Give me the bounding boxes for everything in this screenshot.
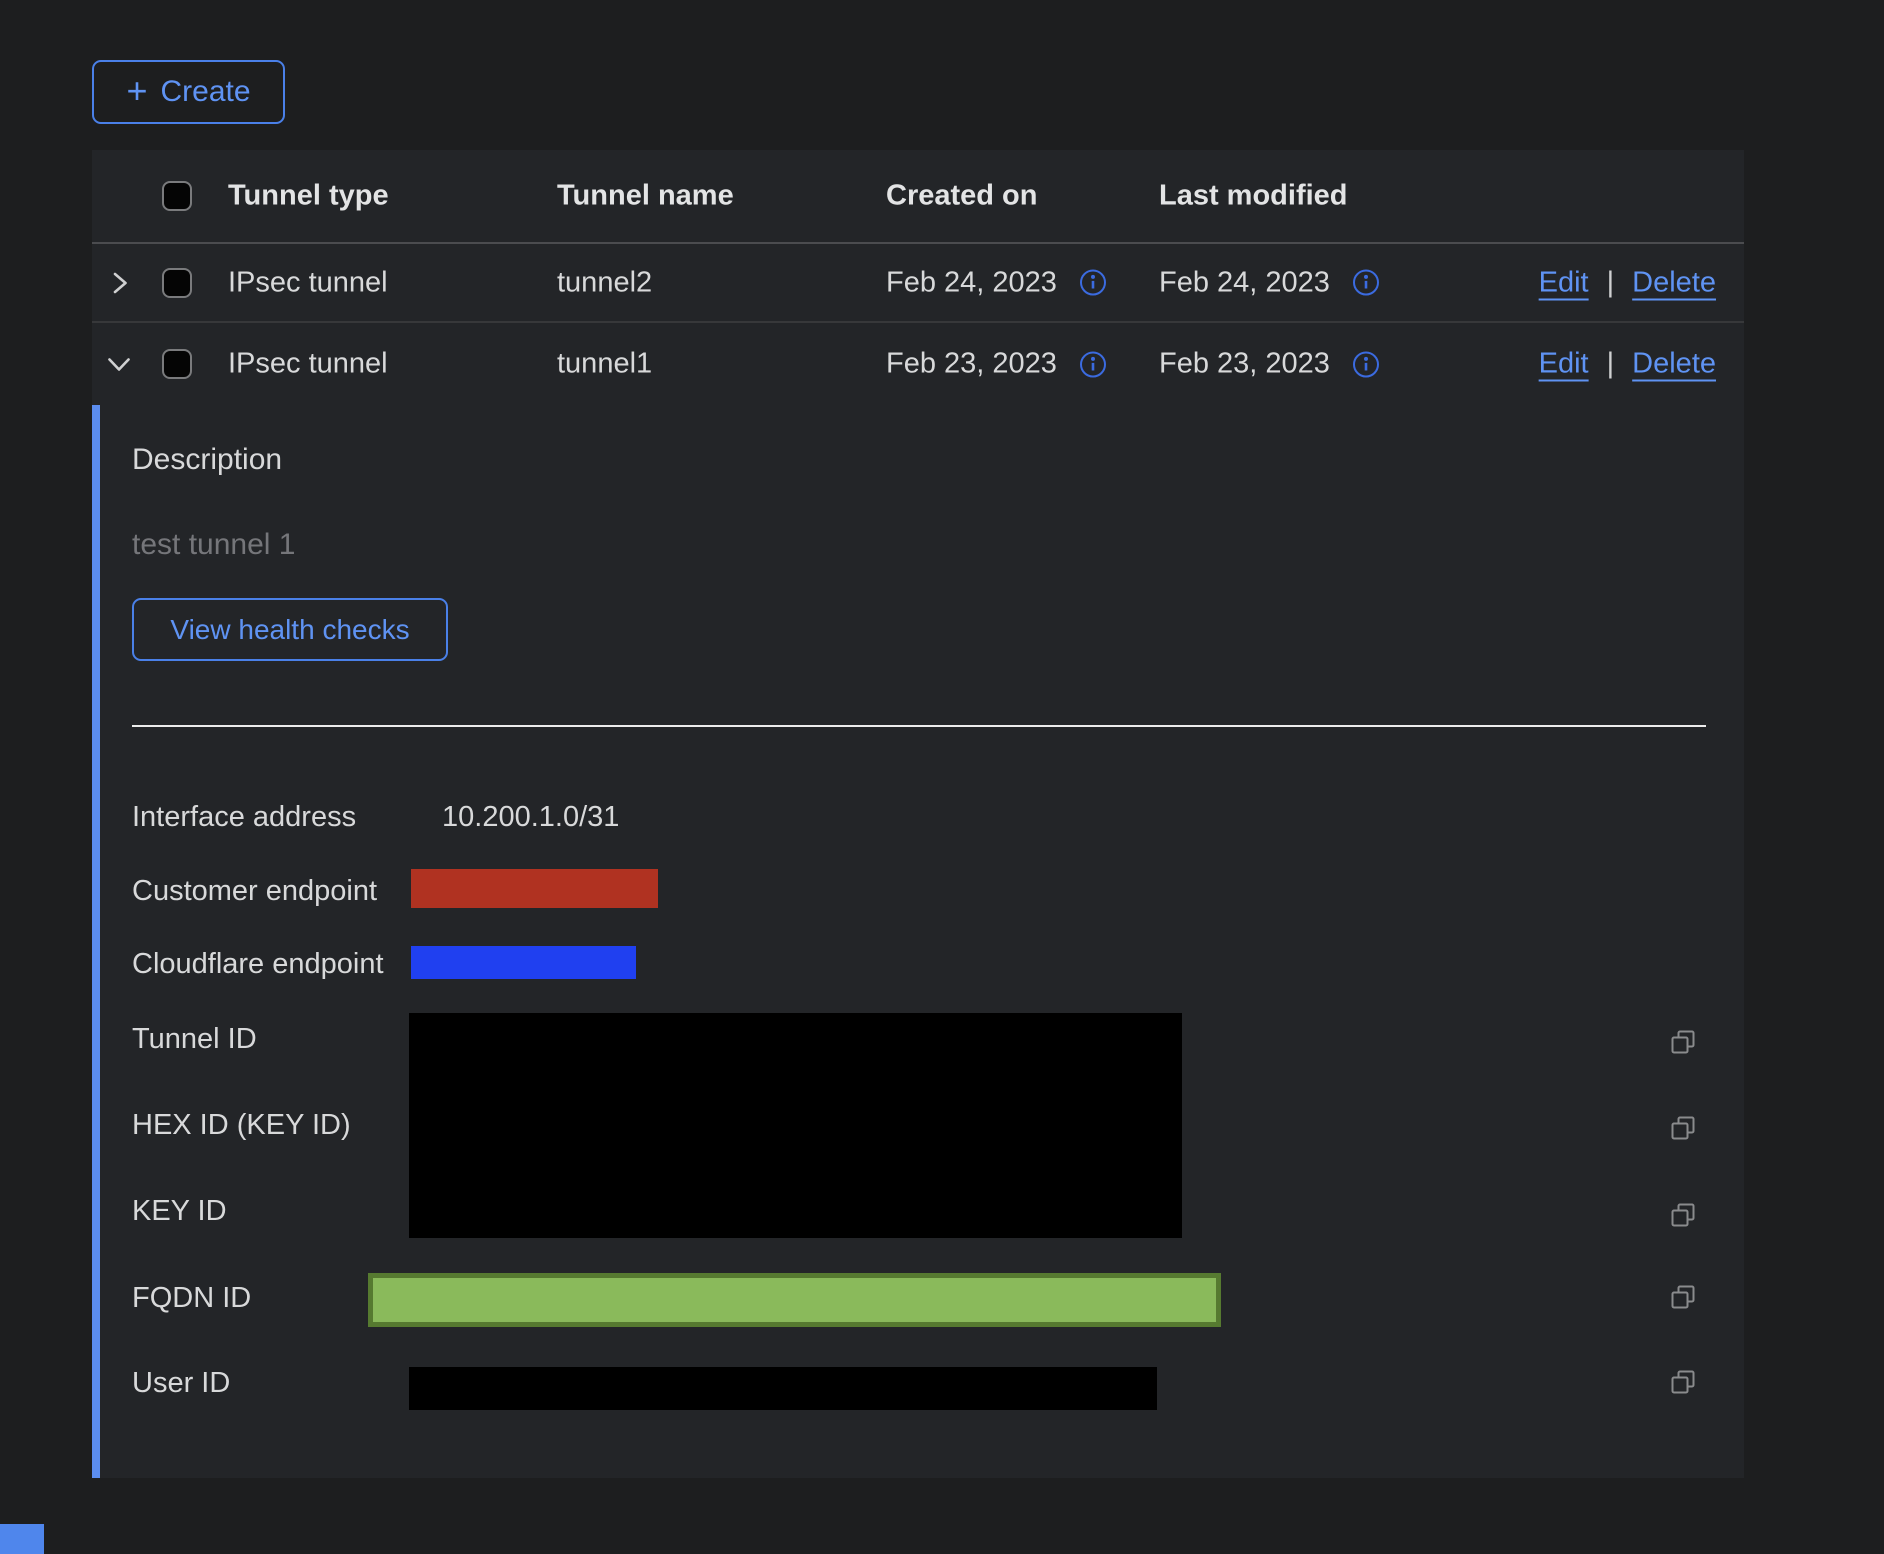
- key-id-label: KEY ID: [132, 1195, 227, 1228]
- tunnel-type-cell: IPsec tunnel: [228, 348, 388, 381]
- cloudflare-endpoint-redaction: [411, 946, 636, 979]
- user-id-label: User ID: [132, 1367, 230, 1400]
- header-tunnel-type: Tunnel type: [228, 180, 389, 213]
- description-value: test tunnel 1: [132, 528, 295, 562]
- created-on-value: Feb 23, 2023: [886, 348, 1057, 381]
- tunnel-type-cell: IPsec tunnel: [228, 266, 388, 299]
- delete-link[interactable]: Delete: [1632, 348, 1716, 381]
- copy-icon[interactable]: [1668, 1200, 1698, 1230]
- info-icon[interactable]: [1352, 269, 1380, 297]
- interface-address-value: 10.200.1.0/31: [442, 801, 619, 834]
- copy-icon[interactable]: [1668, 1367, 1698, 1397]
- row-checkbox[interactable]: [162, 349, 192, 379]
- collapse-row-button[interactable]: [100, 351, 138, 378]
- table-header-row: Tunnel type Tunnel name Created on Last …: [92, 150, 1744, 244]
- interface-address-label: Interface address: [132, 801, 356, 834]
- hex-id-label: HEX ID (KEY ID): [132, 1109, 351, 1142]
- action-separator: |: [1607, 348, 1615, 381]
- chevron-down-icon: [104, 351, 134, 378]
- created-on-cell: Feb 23, 2023: [886, 348, 1107, 381]
- created-on-value: Feb 24, 2023: [886, 266, 1057, 299]
- customer-endpoint-redaction: [411, 869, 658, 908]
- info-icon[interactable]: [1352, 350, 1380, 378]
- tunnels-table: Tunnel type Tunnel name Created on Last …: [92, 150, 1744, 1478]
- customer-endpoint-label: Customer endpoint: [132, 875, 377, 908]
- info-icon[interactable]: [1079, 269, 1107, 297]
- corner-accent-marker: [0, 1524, 44, 1554]
- table-row: IPsec tunnel tunnel2 Feb 24, 2023 Feb 24…: [92, 244, 1744, 323]
- create-button-label: Create: [160, 75, 250, 109]
- user-id-redaction: [409, 1367, 1157, 1410]
- edit-link[interactable]: Edit: [1539, 348, 1589, 381]
- edit-link[interactable]: Edit: [1539, 266, 1589, 299]
- select-all-checkbox[interactable]: [162, 181, 192, 211]
- header-last-modified: Last modified: [1159, 180, 1348, 213]
- header-tunnel-name: Tunnel name: [557, 180, 734, 213]
- tunnel-name-cell: tunnel1: [557, 348, 652, 381]
- created-on-cell: Feb 24, 2023: [886, 266, 1107, 299]
- last-modified-value: Feb 24, 2023: [1159, 266, 1330, 299]
- last-modified-cell: Feb 24, 2023: [1159, 266, 1380, 299]
- action-separator: |: [1607, 266, 1615, 299]
- last-modified-value: Feb 23, 2023: [1159, 348, 1330, 381]
- description-label: Description: [132, 443, 282, 477]
- copy-icon[interactable]: [1668, 1027, 1698, 1057]
- cloudflare-endpoint-label: Cloudflare endpoint: [132, 948, 384, 981]
- plus-icon: +: [126, 73, 147, 109]
- tunnel-id-redaction: [409, 1013, 1182, 1238]
- header-created-on: Created on: [886, 180, 1037, 213]
- table-row: IPsec tunnel tunnel1 Feb 23, 2023 Feb 23…: [92, 323, 1744, 405]
- fqdn-id-label: FQDN ID: [132, 1282, 251, 1315]
- copy-icon[interactable]: [1668, 1113, 1698, 1143]
- last-modified-cell: Feb 23, 2023: [1159, 348, 1380, 381]
- section-divider: [132, 725, 1706, 727]
- info-icon[interactable]: [1079, 350, 1107, 378]
- view-health-checks-button[interactable]: View health checks: [132, 598, 448, 661]
- chevron-right-icon: [106, 269, 133, 296]
- tunnel-name-cell: tunnel2: [557, 266, 652, 299]
- fqdn-id-redaction: [368, 1273, 1221, 1327]
- delete-link[interactable]: Delete: [1632, 266, 1716, 299]
- expand-row-button[interactable]: [100, 269, 138, 296]
- tunnel-id-label: Tunnel ID: [132, 1023, 257, 1056]
- copy-icon[interactable]: [1668, 1282, 1698, 1312]
- tunnel-detail-panel: Description test tunnel 1 View health ch…: [92, 405, 1744, 1478]
- create-button[interactable]: + Create: [92, 60, 285, 124]
- row-checkbox[interactable]: [162, 268, 192, 298]
